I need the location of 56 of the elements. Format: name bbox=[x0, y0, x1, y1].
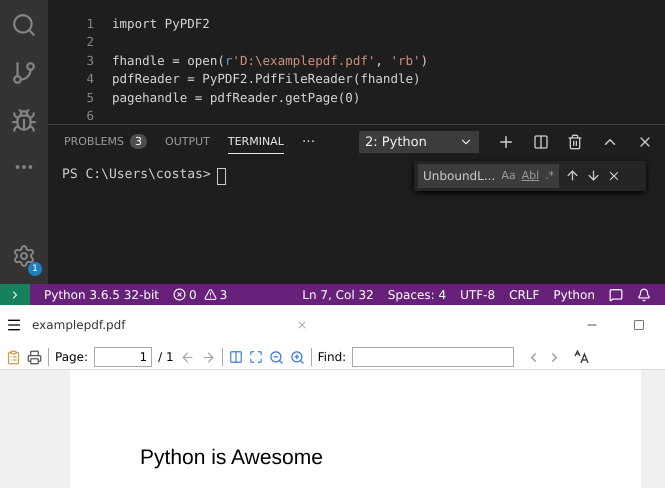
back-icon[interactable] bbox=[180, 350, 195, 364]
code-line: import PyPDF2 bbox=[112, 16, 210, 31]
feedback-icon[interactable] bbox=[609, 288, 623, 302]
maximize-icon[interactable] bbox=[633, 319, 645, 331]
fit-page-icon[interactable] bbox=[248, 350, 263, 364]
encoding-item[interactable]: UTF-8 bbox=[460, 288, 496, 302]
find-field[interactable]: UnboundL... Aa Abl .* bbox=[418, 164, 560, 188]
line-number: 2 bbox=[85, 34, 95, 50]
source-control-icon[interactable] bbox=[11, 60, 37, 86]
language-item[interactable]: Python bbox=[553, 288, 595, 302]
indentation-item[interactable]: Spaces: 4 bbox=[388, 288, 446, 302]
find-label: Find: bbox=[318, 350, 346, 364]
page-text: Python is Awesome bbox=[140, 446, 323, 470]
forward-icon[interactable] bbox=[200, 350, 216, 364]
arrow-down-icon[interactable] bbox=[586, 168, 602, 184]
print-icon[interactable] bbox=[27, 350, 42, 364]
line-number: 3 bbox=[85, 52, 95, 68]
line-number: 5 bbox=[85, 90, 95, 105]
split-icon[interactable] bbox=[533, 134, 549, 150]
bell-icon[interactable] bbox=[637, 288, 651, 302]
document-tab[interactable]: examplepdf.pdf bbox=[32, 318, 126, 332]
search-icon[interactable] bbox=[11, 12, 37, 38]
line-number: 4 bbox=[85, 71, 95, 86]
debug-icon[interactable] bbox=[11, 108, 37, 134]
panel-tab[interactable]: TERMINAL bbox=[228, 130, 284, 154]
page-field[interactable]: 1 bbox=[94, 347, 152, 367]
text-size-icon[interactable] bbox=[574, 350, 590, 364]
trash-icon[interactable] bbox=[567, 134, 583, 150]
code-line: pagehandle = pdfReader.getPage(0) bbox=[112, 90, 360, 105]
menu-icon[interactable] bbox=[6, 317, 22, 333]
terminal-prompt: PS C:\Users\costas> bbox=[62, 166, 211, 182]
find-field[interactable] bbox=[352, 347, 514, 367]
page-total: / 1 bbox=[158, 350, 174, 364]
code-line: pdfReader = PyPDF2.PdfFileReader(fhandle) bbox=[112, 71, 421, 86]
line-number: 1 bbox=[85, 16, 95, 31]
match-case-toggle[interactable]: Aa bbox=[501, 169, 516, 182]
zoom-out-icon[interactable] bbox=[268, 350, 284, 364]
warning-icon bbox=[204, 288, 217, 301]
line-ending-item[interactable]: CRLF bbox=[509, 288, 540, 302]
terminal-cursor bbox=[216, 168, 226, 185]
panel-tab[interactable]: OUTPUT bbox=[165, 130, 210, 154]
whole-word-toggle[interactable]: Abl bbox=[522, 169, 540, 182]
problems-item[interactable]: 0 3 bbox=[173, 288, 228, 302]
regex-toggle[interactable]: .* bbox=[545, 169, 554, 182]
error-icon bbox=[173, 288, 186, 301]
line-number: 6 bbox=[85, 108, 95, 124]
page-label: Page: bbox=[55, 350, 88, 364]
cursor-position[interactable]: Ln 7, Col 32 bbox=[302, 288, 374, 302]
more-button[interactable]: ··· bbox=[302, 134, 316, 150]
zoom-in-icon[interactable] bbox=[290, 350, 305, 364]
code-line: fhandle = open(r'D:\examplepdf.pdf', 'rb') bbox=[112, 52, 428, 68]
notification-badge: 1 bbox=[28, 262, 42, 276]
count-badge: 3 bbox=[130, 134, 148, 150]
terminal-select[interactable]: 2: Python bbox=[359, 131, 479, 154]
panel-tab[interactable]: PROBLEMS 3 bbox=[64, 129, 148, 156]
interpreter-item[interactable]: Python 3.6.5 32-bit bbox=[44, 288, 160, 302]
